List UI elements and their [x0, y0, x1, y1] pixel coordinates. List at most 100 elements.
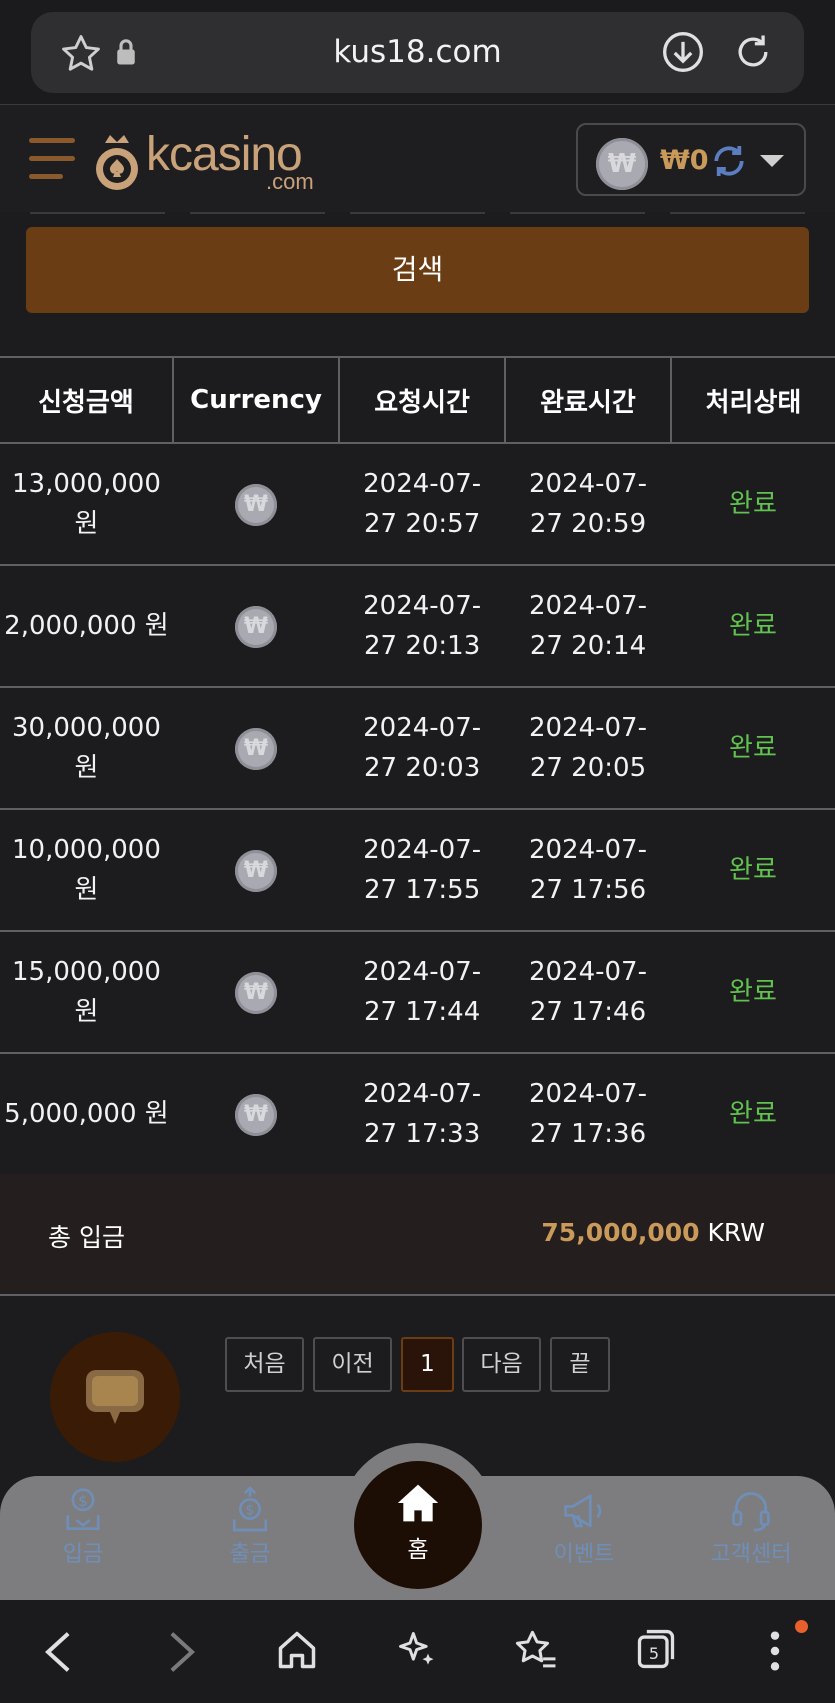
chat-bubble-icon	[86, 1370, 144, 1424]
currency-cell: ₩	[172, 687, 340, 810]
filter-tab-line	[190, 212, 325, 214]
complete-time-cell: 2024-07-27 20:14	[505, 565, 671, 688]
address-bar[interactable]: kus18.com	[31, 12, 804, 93]
back-arrow-icon[interactable]	[40, 1630, 78, 1674]
nav-deposit[interactable]: 입금	[3, 1536, 163, 1568]
currency-cell: ₩	[172, 565, 340, 688]
deposit-history-table: 신청금액 Currency 요청시간 완료시간 처리상태 13,000,000 …	[0, 356, 835, 1176]
won-coin-icon: ₩	[596, 138, 648, 190]
total-deposit-row: 총 입금 75,000,000 KRW	[0, 1174, 835, 1296]
table-row: 10,000,000 원 ₩ 2024-07-27 17:55 2024-07-…	[0, 809, 835, 932]
sparkle-icon[interactable]	[395, 1628, 439, 1672]
table-row: 5,000,000 원 ₩ 2024-07-27 17:33 2024-07-2…	[0, 1053, 835, 1176]
currency-cell: ₩	[172, 443, 340, 566]
refresh-icon[interactable]	[710, 142, 748, 180]
won-coin-icon: ₩	[235, 605, 278, 648]
status-cell: 완료	[670, 443, 835, 566]
status-cell: 완료	[670, 931, 835, 1054]
nav-home-label: 홈	[407, 1537, 429, 1563]
status-cell: 완료	[670, 565, 835, 688]
forward-arrow-icon[interactable]	[162, 1630, 200, 1674]
chat-button[interactable]	[50, 1332, 180, 1462]
column-header-request-time: 요청시간	[339, 356, 507, 444]
logo-subtext: .com	[266, 169, 314, 194]
withdraw-icon: $	[232, 1486, 268, 1532]
chevron-down-icon[interactable]	[758, 153, 786, 169]
complete-time-cell: 2024-07-27 17:56	[505, 809, 671, 932]
won-coin-icon: ₩	[235, 483, 278, 526]
filter-tab-line	[30, 212, 165, 214]
bookmarks-icon[interactable]	[513, 1628, 559, 1672]
nav-support[interactable]: 고객센터	[671, 1536, 831, 1568]
browser-bar: kus18.com	[0, 0, 835, 104]
request-time-cell: 2024-07-27 20:13	[339, 565, 506, 688]
total-deposit-label: 총 입금	[48, 1223, 125, 1252]
won-coin-icon: ₩	[235, 971, 278, 1014]
total-amount-value: 75,000,000	[541, 1218, 700, 1247]
status-cell: 완료	[670, 809, 835, 932]
table-row: 13,000,000 원 ₩ 2024-07-27 20:57 2024-07-…	[0, 443, 835, 566]
total-amount-unit: KRW	[707, 1218, 765, 1247]
home-icon	[397, 1484, 439, 1522]
filter-tab-line	[510, 212, 645, 214]
nav-event[interactable]: 이벤트	[504, 1536, 664, 1568]
pagination-prev[interactable]: 이전	[313, 1337, 392, 1392]
pagination-last[interactable]: 끝	[550, 1337, 610, 1392]
wallet-selector[interactable]: ₩ ₩0	[576, 123, 806, 196]
pagination-next[interactable]: 다음	[462, 1337, 541, 1392]
nav-withdraw[interactable]: 출금	[170, 1536, 330, 1568]
site-header: kcasino .com ₩ ₩0	[0, 104, 835, 212]
column-header-complete-time: 완료시간	[505, 356, 672, 444]
megaphone-icon	[564, 1494, 602, 1528]
status-cell: 완료	[670, 687, 835, 810]
currency-cell: ₩	[172, 1053, 340, 1176]
amount-cell: 2,000,000 원	[0, 565, 173, 688]
complete-time-cell: 2024-07-27 20:05	[505, 687, 671, 810]
amount-cell: 13,000,000 원	[0, 443, 173, 566]
total-deposit-amount: 75,000,000 KRW	[541, 1218, 765, 1247]
logo-chip-icon	[96, 135, 138, 190]
reload-icon[interactable]	[731, 30, 775, 74]
browser-toolbar: 5	[0, 1600, 835, 1703]
wallet-balance: ₩0	[660, 145, 709, 176]
request-time-cell: 2024-07-27 17:33	[339, 1053, 506, 1176]
amount-cell: 10,000,000 원	[0, 809, 173, 932]
amount-cell: 15,000,000 원	[0, 931, 173, 1054]
complete-time-cell: 2024-07-27 17:46	[505, 931, 671, 1054]
request-time-cell: 2024-07-27 20:57	[339, 443, 506, 566]
request-time-cell: 2024-07-27 17:44	[339, 931, 506, 1054]
request-time-cell: 2024-07-27 20:03	[339, 687, 506, 810]
download-icon[interactable]	[661, 30, 705, 74]
table-row: 30,000,000 원 ₩ 2024-07-27 20:03 2024-07-…	[0, 687, 835, 810]
status-cell: 완료	[670, 1053, 835, 1176]
pagination-current-page[interactable]: 1	[401, 1337, 454, 1392]
column-header-amount: 신청금액	[0, 356, 174, 444]
svg-text:$: $	[246, 1502, 255, 1518]
amount-cell: 5,000,000 원	[0, 1053, 173, 1176]
tab-count: 5	[648, 1644, 660, 1663]
search-button[interactable]: 검색	[26, 227, 809, 313]
filter-tab-line	[350, 212, 485, 214]
complete-time-cell: 2024-07-27 20:59	[505, 443, 671, 566]
table-header-row: 신청금액 Currency 요청시간 완료시간 처리상태	[0, 356, 835, 444]
table-row: 2,000,000 원 ₩ 2024-07-27 20:13 2024-07-2…	[0, 565, 835, 688]
column-header-currency: Currency	[172, 356, 341, 444]
nav-home[interactable]	[354, 1461, 482, 1589]
headset-icon	[732, 1492, 770, 1532]
complete-time-cell: 2024-07-27 17:36	[505, 1053, 671, 1176]
more-menu-icon[interactable]	[765, 1628, 785, 1674]
amount-cell: 30,000,000 원	[0, 687, 173, 810]
filter-tab-line	[670, 212, 805, 214]
currency-cell: ₩	[172, 809, 340, 932]
notification-dot	[795, 1620, 808, 1633]
deposit-icon: $	[66, 1488, 100, 1530]
request-time-cell: 2024-07-27 17:55	[339, 809, 506, 932]
home-outline-icon[interactable]	[275, 1628, 319, 1672]
svg-text:$: $	[78, 1492, 88, 1510]
column-header-status: 처리상태	[670, 356, 835, 444]
pagination-first[interactable]: 처음	[225, 1337, 304, 1392]
won-coin-icon: ₩	[235, 727, 278, 770]
won-coin-icon: ₩	[235, 1093, 278, 1136]
currency-cell: ₩	[172, 931, 340, 1054]
won-coin-icon: ₩	[235, 849, 278, 892]
